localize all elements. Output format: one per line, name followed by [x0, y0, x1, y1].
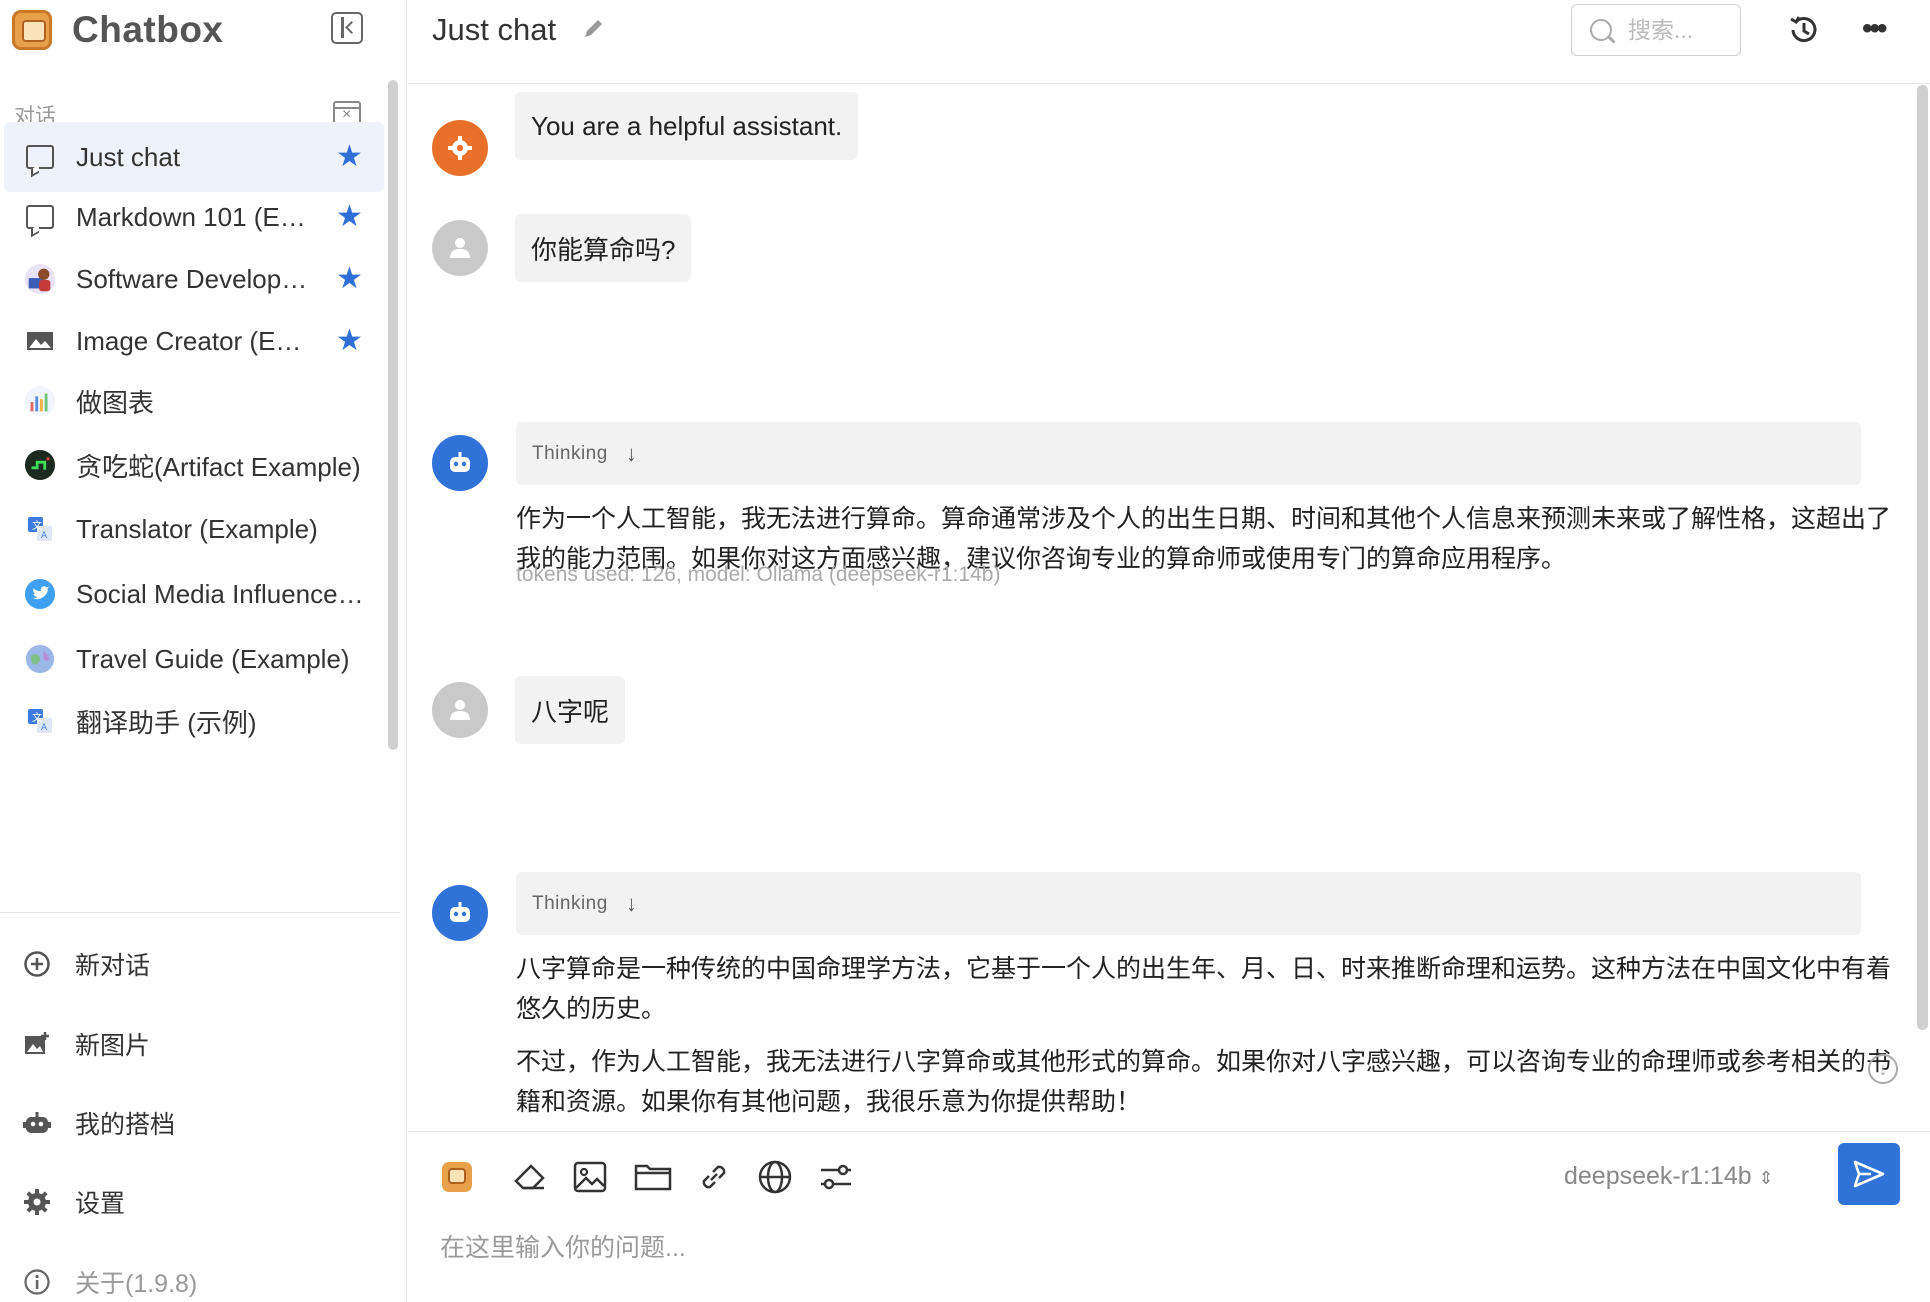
- assistant-avatar-icon: [432, 435, 488, 491]
- robot-icon: [22, 1108, 52, 1138]
- collapse-sidebar-icon[interactable]: [331, 12, 363, 44]
- message-input[interactable]: [440, 1226, 1840, 1270]
- eraser-icon[interactable]: [509, 1156, 551, 1198]
- gear-icon: [22, 1187, 52, 1217]
- conversation-label: Image Creator (E…: [76, 325, 302, 356]
- sidebar: Chatbox 对话 Just chat ★ Markdown 101 (E… …: [0, 0, 407, 1302]
- about-label: 关于(1.9.8): [75, 1270, 198, 1298]
- developer-avatar-icon: [24, 263, 56, 295]
- search-box[interactable]: [1571, 4, 1741, 56]
- conversation-item-markdown-101[interactable]: Markdown 101 (E… ★: [4, 182, 384, 252]
- image-upload-icon[interactable]: [569, 1156, 611, 1198]
- thinking-toggle[interactable]: Thinking ↓: [516, 872, 1861, 935]
- new-chat-button[interactable]: 新对话: [0, 934, 380, 994]
- conversation-label: Social Media Influence…: [76, 578, 364, 609]
- snake-game-avatar-icon: [24, 449, 56, 481]
- sidebar-scrollbar[interactable]: [388, 80, 398, 750]
- edit-pencil-icon[interactable]: [580, 16, 606, 42]
- message-meta: tokens used: 126, model: Ollama (deepsee…: [516, 563, 1001, 586]
- settings-label: 设置: [75, 1190, 126, 1218]
- conversation-label: Travel Guide (Example): [76, 643, 350, 674]
- conversation-item-social-media[interactable]: Social Media Influence…: [4, 559, 384, 629]
- brand: Chatbox: [12, 8, 224, 52]
- new-image-label: 新图片: [75, 1032, 151, 1060]
- user-message: 八字呢: [515, 676, 626, 744]
- globe-web-search-icon[interactable]: [754, 1156, 796, 1198]
- app-title: Chatbox: [72, 9, 224, 50]
- star-icon[interactable]: ★: [336, 142, 363, 172]
- settings-button[interactable]: 设置: [0, 1172, 380, 1232]
- add-image-icon: [22, 1029, 52, 1059]
- conversation-label: Software Develop…: [76, 263, 308, 294]
- folder-icon[interactable]: [632, 1156, 674, 1198]
- search-icon: [1590, 19, 1612, 41]
- assistant-message-paragraph: 不过，作为人工智能，我无法进行八字算命或其他形式的算命。如果你对八字感兴趣，可以…: [516, 1048, 1892, 1116]
- system-message: You are a helpful assistant.: [515, 92, 859, 160]
- chat-title: Just chat: [432, 12, 557, 47]
- translate-avatar-icon: 文A: [24, 513, 56, 545]
- sidebar-divider: [0, 912, 400, 913]
- svg-text:A: A: [41, 723, 48, 733]
- chat-bubble-icon: [24, 141, 56, 173]
- my-partners-button[interactable]: 我的搭档: [0, 1093, 380, 1153]
- arrow-down-icon: ↓: [625, 890, 637, 916]
- star-icon[interactable]: ★: [336, 202, 363, 232]
- assistant-message-paragraph: 八字算命是一种传统的中国命理学方法，它基于一个人的出生年、月、日、时来推断命理和…: [516, 955, 1892, 1023]
- conversation-label: Translator (Example): [76, 513, 318, 544]
- star-icon[interactable]: ★: [336, 264, 363, 294]
- conversation-item-translate-assistant[interactable]: 文A 翻译助手 (示例): [4, 686, 384, 756]
- chevron-updown-icon: ⇕: [1758, 1168, 1774, 1188]
- more-options-icon[interactable]: •••: [1862, 14, 1887, 44]
- assistant-avatar-icon: [432, 885, 488, 941]
- user-message: 你能算命吗?: [515, 214, 692, 282]
- plus-circle-icon: [22, 949, 52, 979]
- translate-avatar-icon: 文A: [24, 705, 56, 737]
- svg-text:A: A: [41, 531, 48, 541]
- image-icon: [24, 325, 56, 357]
- send-icon: [1853, 1160, 1885, 1188]
- thinking-label: Thinking: [532, 442, 608, 464]
- send-button[interactable]: [1838, 1143, 1900, 1205]
- chatbox-assistant-icon[interactable]: [436, 1156, 478, 1198]
- chart-avatar-icon: [24, 385, 56, 417]
- about-button[interactable]: 关于(1.9.8): [0, 1252, 380, 1302]
- conversation-item-translator[interactable]: 文A Translator (Example): [4, 494, 384, 564]
- message-list: You are a helpful assistant. 你能算命吗? Thin…: [408, 85, 1930, 1130]
- settings-sliders-icon[interactable]: [815, 1156, 857, 1198]
- new-image-button[interactable]: 新图片: [0, 1014, 380, 1074]
- link-icon[interactable]: [693, 1156, 735, 1198]
- conversation-item-make-chart[interactable]: 做图表: [4, 366, 384, 436]
- my-partners-label: 我的搭档: [75, 1111, 176, 1139]
- conversation-item-travel-guide[interactable]: Travel Guide (Example): [4, 624, 384, 694]
- thinking-toggle[interactable]: Thinking ↓: [516, 422, 1861, 485]
- star-icon[interactable]: ★: [336, 326, 363, 356]
- conversation-label: 翻译助手 (示例): [76, 707, 257, 738]
- conversation-label: 贪吃蛇(Artifact Example): [76, 451, 361, 482]
- conversation-item-snake-game[interactable]: 贪吃蛇(Artifact Example): [4, 430, 384, 500]
- scroll-to-bottom-icon[interactable]: ↓: [1868, 1054, 1898, 1084]
- history-icon[interactable]: [1786, 12, 1822, 48]
- model-name: deepseek-r1:14b: [1564, 1162, 1752, 1190]
- arrow-down-icon: ↓: [625, 440, 637, 466]
- conversation-item-software-developer[interactable]: Software Develop… ★: [4, 244, 384, 314]
- conversation-label: Markdown 101 (E…: [76, 201, 306, 232]
- chat-header: Just chat •••: [408, 0, 1930, 84]
- user-avatar-icon: [432, 220, 488, 276]
- twitter-bird-icon: [24, 578, 56, 610]
- new-chat-label: 新对话: [75, 952, 151, 980]
- chat-bubble-icon: [24, 201, 56, 233]
- thinking-label: Thinking: [532, 892, 608, 914]
- composer: deepseek-r1:14b ⇕: [408, 1131, 1930, 1302]
- globe-avatar-icon: [24, 643, 56, 675]
- conversation-label: Just chat: [76, 141, 181, 172]
- search-input[interactable]: [1628, 16, 1728, 44]
- model-selector[interactable]: deepseek-r1:14b ⇕: [1564, 1162, 1774, 1191]
- user-avatar-icon: [432, 682, 488, 738]
- chatbox-logo-icon: [12, 10, 52, 50]
- conversation-label: 做图表: [76, 387, 155, 418]
- message-scrollbar[interactable]: [1917, 85, 1928, 1030]
- info-icon: [22, 1267, 52, 1297]
- system-avatar-icon: [432, 120, 488, 176]
